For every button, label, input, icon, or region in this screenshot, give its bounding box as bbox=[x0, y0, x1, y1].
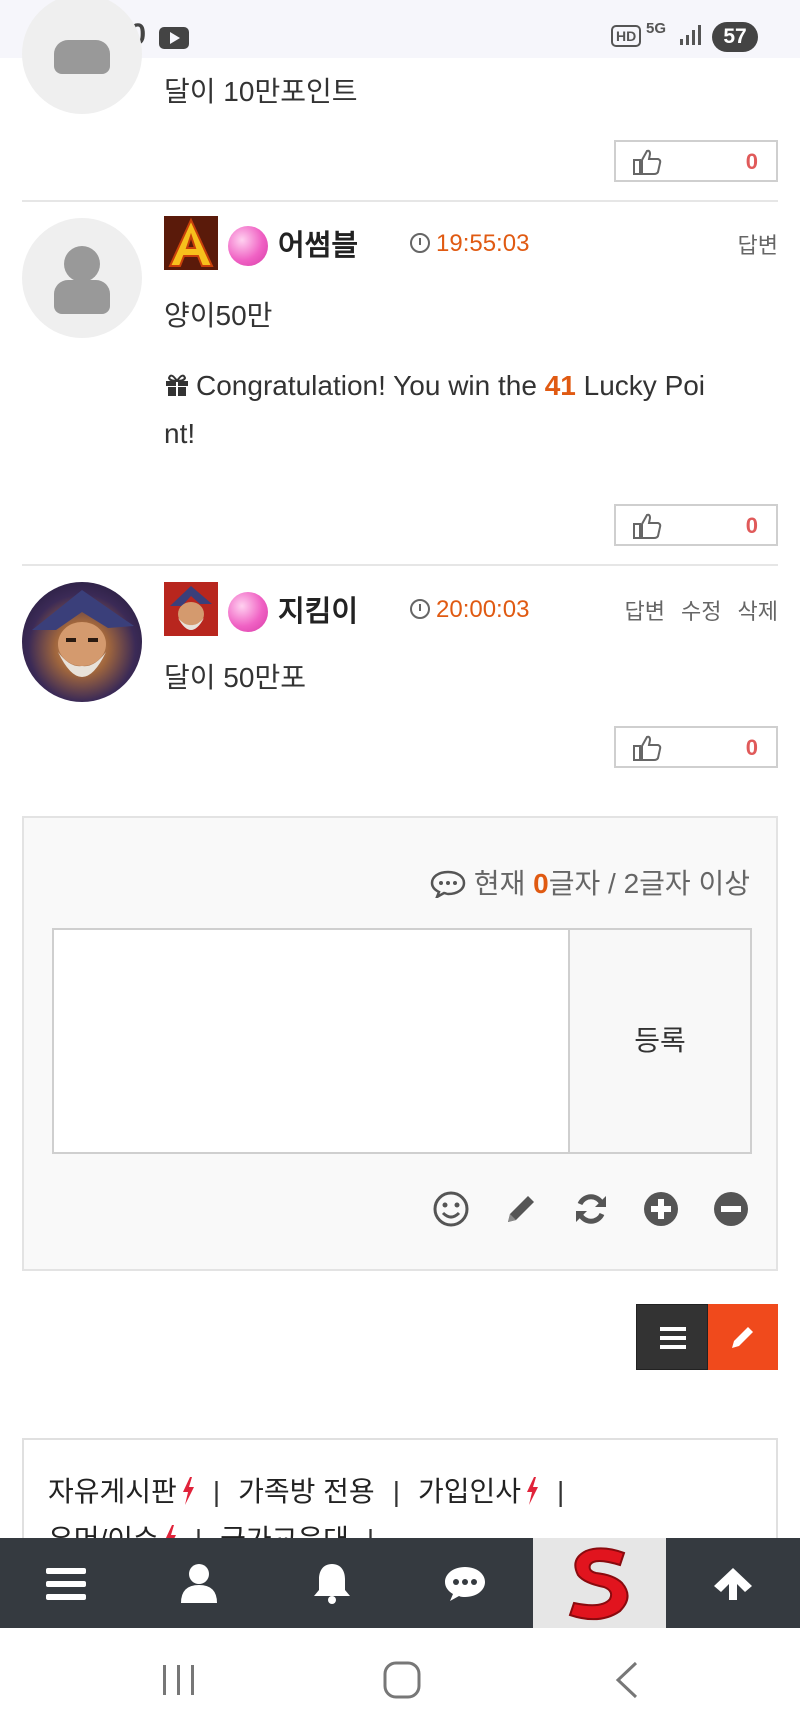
category-link-family-room[interactable]: 가족방 전용 bbox=[238, 1476, 375, 1507]
like-button[interactable]: 0 bbox=[614, 726, 778, 768]
list-button[interactable] bbox=[636, 1304, 708, 1370]
like-count: 0 bbox=[745, 149, 758, 174]
comment-text: 달이 10만포인트 bbox=[164, 76, 358, 107]
candy-icon bbox=[228, 592, 268, 632]
recent-apps-icon[interactable] bbox=[161, 1663, 197, 1697]
comment-actions: 답변 bbox=[722, 228, 778, 260]
comment-time: 20:00:03 bbox=[410, 596, 529, 624]
category-row: 자유게시판 | 가족방 전용 | 가입인사 | bbox=[48, 1476, 565, 1507]
comment-input[interactable] bbox=[52, 928, 570, 1154]
refresh-icon[interactable] bbox=[572, 1190, 610, 1228]
thumbs-up-icon bbox=[633, 513, 662, 539]
reply-link[interactable]: 답변 bbox=[625, 599, 665, 624]
edit-link[interactable]: 수정 bbox=[681, 599, 721, 624]
comment-text: 달이 50만포 bbox=[164, 662, 306, 693]
s-logo-icon bbox=[568, 1547, 629, 1621]
lightning-icon bbox=[182, 1477, 194, 1505]
comment-item: 지킴이 20:00:03 답변 수정 삭제 달이 50만포 0 bbox=[22, 566, 778, 776]
level-badge-icon bbox=[164, 216, 218, 270]
avatar[interactable] bbox=[22, 582, 142, 702]
like-button[interactable]: 0 bbox=[614, 504, 778, 546]
comment-time: 19:55:03 bbox=[410, 230, 529, 258]
comment-item: 달이 10만포인트 0 bbox=[22, 0, 778, 200]
level-badge-icon bbox=[164, 582, 218, 636]
avatar[interactable] bbox=[22, 218, 142, 338]
delete-link[interactable]: 삭제 bbox=[738, 599, 778, 624]
nav-menu-button[interactable] bbox=[0, 1538, 133, 1628]
comment-text: 양이50만 bbox=[164, 300, 273, 331]
system-navigation-bar bbox=[0, 1628, 800, 1734]
bell-icon bbox=[314, 1564, 350, 1604]
candy-icon bbox=[228, 226, 268, 266]
bottom-navigation bbox=[0, 1538, 800, 1628]
lightning-icon bbox=[527, 1477, 539, 1505]
home-icon[interactable] bbox=[383, 1661, 421, 1699]
comment-actions: 답변 수정 삭제 bbox=[609, 594, 778, 626]
category-link-greetings[interactable]: 가입인사 bbox=[418, 1476, 539, 1507]
like-count: 0 bbox=[745, 513, 758, 538]
comment-meta: 어썸블 19:55:03 bbox=[164, 216, 778, 276]
lucky-point-message: Congratulation! You win the 41 Lucky Poi… bbox=[164, 370, 706, 449]
comment-nickname[interactable]: 지킴이 bbox=[278, 588, 358, 630]
nav-chat-button[interactable] bbox=[399, 1538, 532, 1628]
pencil-icon bbox=[732, 1327, 753, 1348]
like-count: 0 bbox=[745, 735, 758, 760]
nav-notification-button[interactable] bbox=[266, 1538, 399, 1628]
wizard-avatar-image bbox=[32, 590, 134, 677]
write-button[interactable] bbox=[708, 1304, 778, 1370]
avatar[interactable] bbox=[22, 0, 142, 114]
like-button[interactable]: 0 bbox=[614, 140, 778, 182]
character-counter: 현재 0글자 / 2글자 이상 bbox=[430, 862, 750, 902]
lucky-point-value: 41 bbox=[544, 370, 576, 401]
site-logo[interactable] bbox=[533, 1538, 666, 1628]
submit-comment-button[interactable]: 등록 bbox=[570, 928, 752, 1154]
thumbs-up-icon bbox=[633, 149, 662, 175]
category-link-free-board[interactable]: 자유게시판 bbox=[48, 1476, 195, 1507]
minus-circle-icon[interactable] bbox=[712, 1190, 750, 1228]
reply-link[interactable]: 답변 bbox=[738, 233, 778, 258]
menu-icon bbox=[660, 1327, 686, 1349]
clock-icon bbox=[410, 599, 430, 619]
scroll-top-button[interactable] bbox=[666, 1538, 799, 1628]
clock-icon bbox=[410, 233, 430, 253]
nav-profile-button[interactable] bbox=[133, 1538, 266, 1628]
smile-icon[interactable] bbox=[432, 1190, 470, 1228]
character-count: 0 bbox=[533, 868, 549, 899]
user-icon bbox=[181, 1564, 217, 1603]
back-icon[interactable] bbox=[614, 1661, 640, 1699]
comment-form: 현재 0글자 / 2글자 이상 등록 bbox=[22, 816, 778, 1271]
gift-icon bbox=[166, 374, 188, 396]
pencil-icon[interactable] bbox=[502, 1190, 540, 1228]
comment-nickname[interactable]: 어썸블 bbox=[278, 222, 358, 264]
menu-icon bbox=[46, 1568, 86, 1600]
arrow-up-icon bbox=[714, 1568, 752, 1600]
comment-item: 어썸블 19:55:03 답변 양이50만 Congratulation! Yo… bbox=[22, 202, 778, 564]
chat-icon bbox=[445, 1567, 485, 1601]
plus-circle-icon[interactable] bbox=[642, 1190, 680, 1228]
thumbs-up-icon bbox=[633, 735, 662, 761]
speech-bubble-icon bbox=[430, 870, 466, 898]
